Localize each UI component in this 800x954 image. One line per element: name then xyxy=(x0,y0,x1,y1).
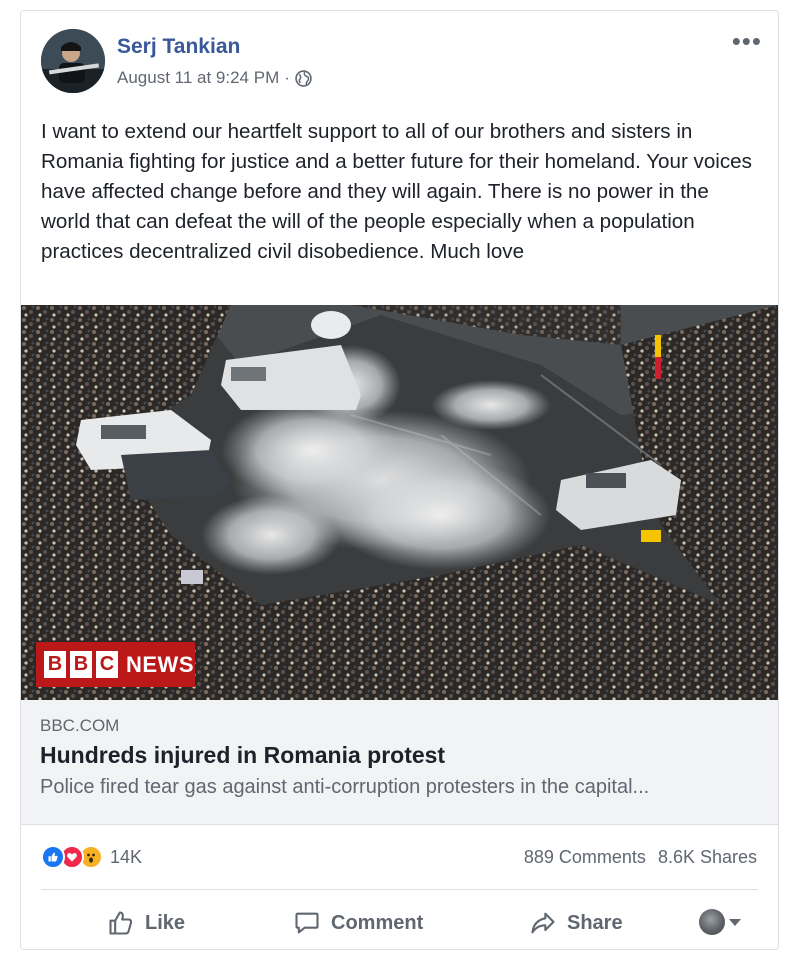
post-card: Serj Tankian August 11 at 9:24 PM · ••• … xyxy=(20,10,779,950)
protest-photo xyxy=(21,305,778,700)
comments-count[interactable]: 889 Comments xyxy=(524,847,646,868)
globe-icon[interactable] xyxy=(295,69,312,87)
reactions-summary[interactable]: 14K xyxy=(41,844,142,870)
thumbs-up-icon xyxy=(109,911,133,935)
post-meta: August 11 at 9:24 PM · xyxy=(117,68,312,88)
post-timestamp[interactable]: August 11 at 9:24 PM xyxy=(117,68,279,88)
comment-button[interactable]: Comment xyxy=(293,909,423,937)
reaction-count: 14K xyxy=(110,846,143,867)
share-arrow-icon xyxy=(531,912,555,934)
link-title[interactable]: Hundreds injured in Romania protest xyxy=(40,742,445,769)
bbc-letter: B xyxy=(44,651,66,678)
bbc-letter: C xyxy=(96,651,118,678)
user-avatar-icon xyxy=(699,909,725,935)
like-reaction-icon xyxy=(41,845,65,869)
post-text: I want to extend our heartfelt support t… xyxy=(41,120,752,263)
link-preview-image[interactable]: B B C NEWS xyxy=(21,305,778,700)
link-source: BBC.COM xyxy=(40,716,120,735)
react-as-selector[interactable] xyxy=(699,909,741,935)
share-label: Share xyxy=(567,911,623,934)
share-button[interactable]: Share xyxy=(529,909,623,937)
actions-divider xyxy=(41,889,758,890)
bbc-news-logo: B B C NEWS xyxy=(36,642,195,687)
bbc-letter: B xyxy=(70,651,92,678)
like-label: Like xyxy=(145,911,186,934)
bbc-news-word: NEWS xyxy=(126,651,194,677)
comment-bubble-icon xyxy=(295,912,319,934)
engagement-counts: 889 Comments 8.6K Shares xyxy=(524,847,757,868)
link-description: Police fired tear gas against anti-corru… xyxy=(40,776,650,798)
shares-count[interactable]: 8.6K Shares xyxy=(658,847,757,868)
post-actions-bar: Like Comment Share xyxy=(41,901,758,945)
meta-separator: · xyxy=(284,68,290,87)
like-button[interactable]: Like xyxy=(107,909,185,937)
chevron-down-icon xyxy=(729,918,741,926)
author-avatar[interactable] xyxy=(41,29,105,93)
comment-label: Comment xyxy=(331,911,424,934)
author-name[interactable]: Serj Tankian xyxy=(117,35,240,59)
link-preview-caption[interactable]: BBC.COM Hundreds injured in Romania prot… xyxy=(21,700,778,825)
more-options-icon[interactable]: ••• xyxy=(732,28,762,54)
